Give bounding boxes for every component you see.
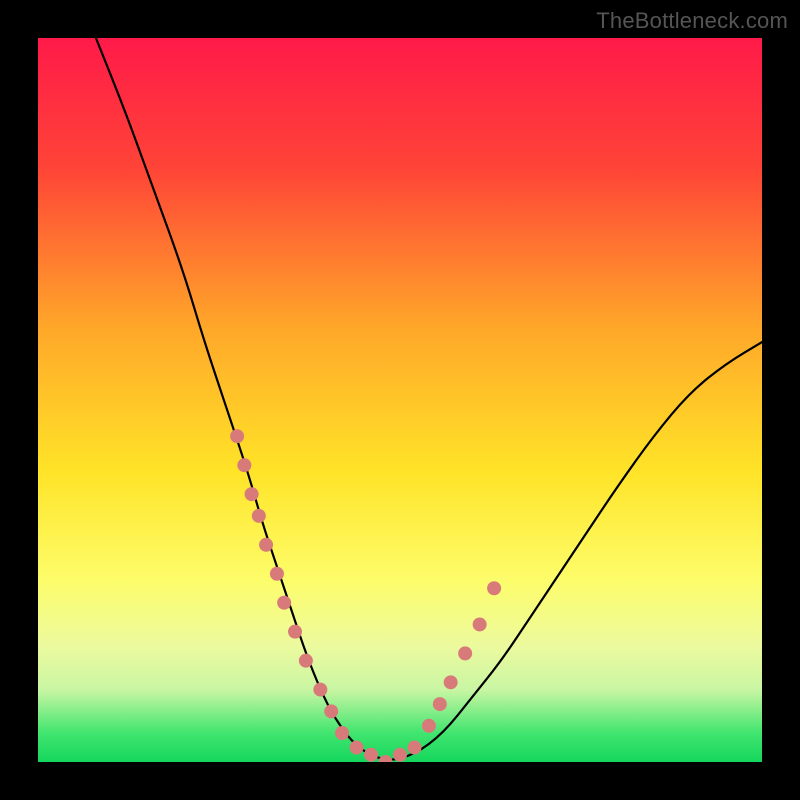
- data-point: [393, 748, 407, 762]
- data-point: [299, 654, 313, 668]
- data-point: [422, 719, 436, 733]
- data-point: [350, 741, 364, 755]
- data-point: [288, 625, 302, 639]
- data-point: [277, 596, 291, 610]
- data-point: [313, 683, 327, 697]
- data-point: [433, 697, 447, 711]
- watermark-text: TheBottleneck.com: [596, 8, 788, 34]
- chart-frame: TheBottleneck.com: [0, 0, 800, 800]
- data-point: [230, 429, 244, 443]
- data-point: [473, 617, 487, 631]
- data-point: [324, 704, 338, 718]
- data-point: [335, 726, 349, 740]
- data-point: [364, 748, 378, 762]
- data-point: [245, 487, 259, 501]
- chart-svg: [38, 38, 762, 762]
- data-point: [407, 741, 421, 755]
- data-point: [270, 567, 284, 581]
- data-point: [252, 509, 266, 523]
- plot-background: [38, 38, 762, 762]
- data-point: [487, 581, 501, 595]
- data-point: [444, 675, 458, 689]
- data-point: [259, 538, 273, 552]
- data-point: [458, 646, 472, 660]
- plot-area: [38, 38, 762, 762]
- data-point: [237, 458, 251, 472]
